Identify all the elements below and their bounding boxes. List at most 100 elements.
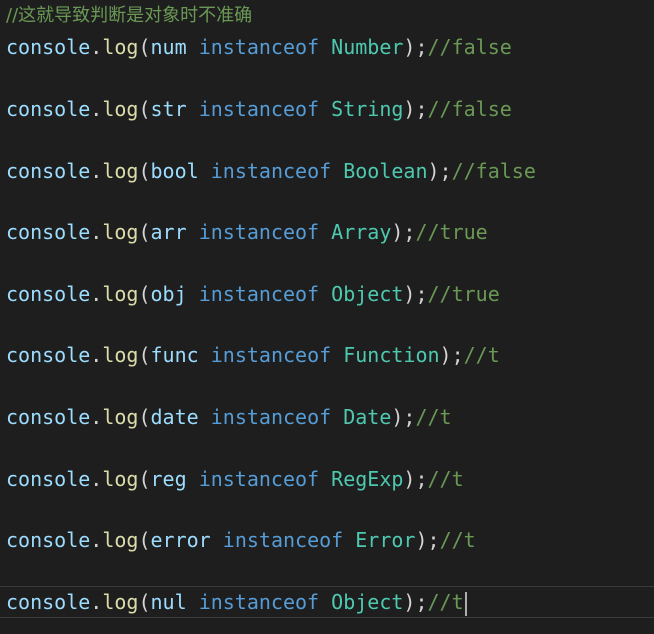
code-token-variable: nul	[150, 590, 187, 614]
header-comment: //这就导致判断是对象时不准确	[6, 5, 253, 26]
code-token-close: );	[403, 467, 428, 491]
code-token-function: log	[102, 528, 139, 552]
code-token-dot: .	[90, 97, 103, 121]
text-cursor	[464, 591, 467, 616]
code-token-object: console	[6, 97, 91, 121]
code-token-comment: //true	[427, 282, 500, 306]
code-editor[interactable]: //这就导致判断是对象时不准确 console.log(num instance…	[0, 0, 654, 634]
code-token-variable: date	[150, 405, 199, 429]
code-token-dot: .	[90, 528, 103, 552]
code-token-close: );	[427, 159, 452, 183]
code-token-object: console	[6, 159, 91, 183]
code-token-dot: .	[90, 467, 103, 491]
code-token-function: log	[102, 590, 139, 614]
code-token-close: );	[403, 97, 428, 121]
code-token-type: String	[331, 97, 404, 121]
code-token-variable: arr	[150, 220, 187, 244]
code-token-comment: //false	[427, 97, 512, 121]
code-token-object: console	[6, 528, 91, 552]
code-token-keyword: instanceof	[198, 467, 320, 491]
code-line[interactable]: console.log(str instanceof String);//fal…	[6, 94, 512, 124]
code-line[interactable]: console.log(reg instanceof RegExp);//t	[6, 464, 464, 494]
code-token-close: );	[391, 405, 416, 429]
code-token-close: );	[403, 590, 428, 614]
code-token-variable: num	[150, 35, 187, 59]
code-token-comment: //true	[415, 220, 488, 244]
code-token-close: );	[439, 343, 464, 367]
code-token-open-paren: (	[138, 220, 151, 244]
code-token-close: );	[391, 220, 416, 244]
code-line[interactable]: console.log(error instanceof Error);//t	[6, 525, 476, 555]
code-token-function: log	[102, 220, 139, 244]
code-token-dot: .	[90, 343, 103, 367]
code-token-keyword: instanceof	[210, 343, 332, 367]
code-token-close: );	[415, 528, 440, 552]
code-token-variable: str	[150, 97, 187, 121]
code-line[interactable]: console.log(obj instanceof Object);//tru…	[6, 279, 500, 309]
code-token-object: console	[6, 343, 91, 367]
code-token-comment: //t	[427, 467, 464, 491]
code-token-keyword: instanceof	[198, 590, 320, 614]
code-token-dot: .	[90, 282, 103, 306]
code-line[interactable]: console.log(num instanceof Number);//fal…	[6, 32, 512, 62]
code-token-open-paren: (	[138, 35, 151, 59]
code-token-variable: obj	[150, 282, 187, 306]
code-token-keyword: instanceof	[198, 35, 320, 59]
code-token-dot: .	[90, 35, 103, 59]
code-line[interactable]: console.log(arr instanceof Array);//true	[6, 217, 488, 247]
code-token-open-paren: (	[138, 467, 151, 491]
code-token-function: log	[102, 97, 139, 121]
code-token-variable: bool	[150, 159, 199, 183]
code-token-type: Function	[343, 343, 440, 367]
code-token-comment: //t	[439, 528, 476, 552]
code-token-open-paren: (	[138, 159, 151, 183]
code-token-comment: //false	[451, 159, 536, 183]
code-token-type: Error	[355, 528, 416, 552]
code-token-function: log	[102, 35, 139, 59]
code-token-comment: //t	[463, 343, 500, 367]
code-token-keyword: instanceof	[198, 220, 320, 244]
code-line[interactable]: console.log(date instanceof Date);//t	[6, 402, 452, 432]
code-token-type: Array	[331, 220, 392, 244]
code-token-dot: .	[90, 405, 103, 429]
code-token-open-paren: (	[138, 282, 151, 306]
code-token-variable: func	[150, 343, 199, 367]
code-line[interactable]: console.log(bool instanceof Boolean);//f…	[6, 156, 536, 186]
code-token-keyword: instanceof	[222, 528, 344, 552]
code-token-type: RegExp	[331, 467, 404, 491]
code-token-type: Date	[343, 405, 392, 429]
code-token-object: console	[6, 220, 91, 244]
code-token-open-paren: (	[138, 343, 151, 367]
code-token-keyword: instanceof	[198, 97, 320, 121]
code-token-object: console	[6, 405, 91, 429]
code-token-open-paren: (	[138, 528, 151, 552]
code-token-function: log	[102, 467, 139, 491]
code-token-object: console	[6, 282, 91, 306]
code-token-dot: .	[90, 590, 103, 614]
code-token-comment: //t	[427, 590, 464, 614]
code-line[interactable]: console.log(nul instanceof Object);//t	[6, 587, 467, 617]
code-token-variable: error	[150, 528, 211, 552]
code-token-dot: .	[90, 159, 103, 183]
code-line[interactable]: console.log(func instanceof Function);//…	[6, 340, 500, 370]
code-token-function: log	[102, 405, 139, 429]
code-token-type: Boolean	[343, 159, 428, 183]
code-token-comment: //t	[415, 405, 452, 429]
code-token-type: Number	[331, 35, 404, 59]
code-token-comment: //false	[427, 35, 512, 59]
code-token-function: log	[102, 343, 139, 367]
code-token-open-paren: (	[138, 97, 151, 121]
code-token-function: log	[102, 282, 139, 306]
code-token-object: console	[6, 35, 91, 59]
code-token-open-paren: (	[138, 590, 151, 614]
code-token-object: console	[6, 590, 91, 614]
code-token-function: log	[102, 159, 139, 183]
code-token-type: Object	[331, 590, 404, 614]
code-token-type: Object	[331, 282, 404, 306]
code-token-object: console	[6, 467, 91, 491]
code-token-close: );	[403, 282, 428, 306]
code-token-keyword: instanceof	[210, 159, 332, 183]
code-token-close: );	[403, 35, 428, 59]
code-token-keyword: instanceof	[210, 405, 332, 429]
code-token-dot: .	[90, 220, 103, 244]
